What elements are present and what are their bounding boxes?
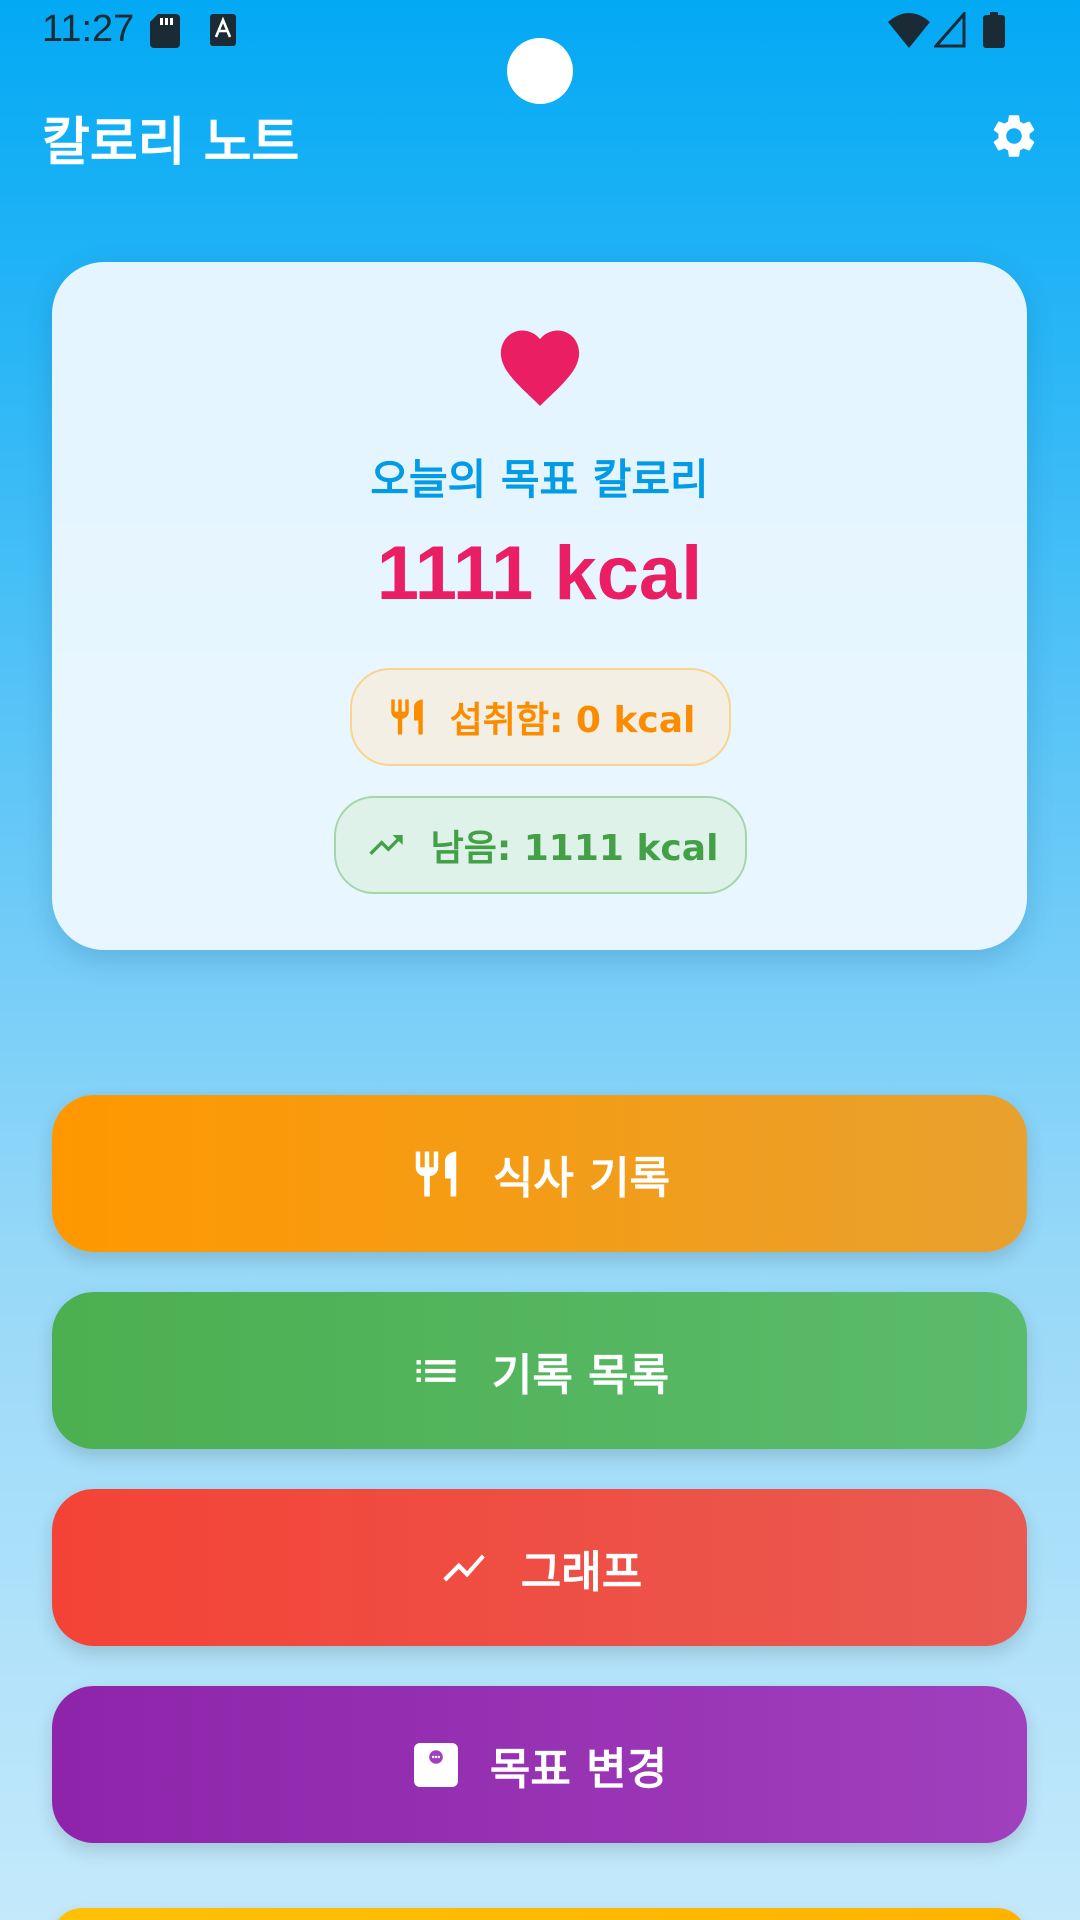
fork-knife-icon — [390, 699, 423, 735]
heart-icon — [500, 330, 580, 406]
change-goal-button[interactable]: 목표 변경 — [52, 1686, 1027, 1843]
app-screen: 11:27 칼로리 노트 오늘의 목표 칼로리 1111 kcal 섭취함: 0… — [0, 0, 1080, 1920]
change-goal-label: 목표 변경 — [489, 1743, 668, 1795]
log-meal-button[interactable]: 식사 기록 — [52, 1095, 1027, 1252]
battery-icon — [983, 12, 1005, 48]
sd-card-icon — [150, 14, 180, 48]
graph-label: 그래프 — [520, 1546, 643, 1598]
signal-icon — [934, 12, 966, 48]
scale-icon — [412, 1741, 460, 1789]
trending-up-icon — [437, 1543, 491, 1593]
goal-calorie-value: 1111 kcal — [376, 531, 703, 616]
goal-calorie-label: 오늘의 목표 칼로리 — [370, 455, 709, 504]
records-list-label: 기록 목록 — [491, 1349, 670, 1401]
keyboard-a-icon — [210, 14, 236, 46]
next-action-button[interactable] — [52, 1908, 1027, 1920]
eaten-calories-chip: 섭취함: 0 kcal — [350, 668, 731, 766]
trending-up-icon — [368, 835, 403, 855]
calorie-summary-card: 오늘의 목표 칼로리 1111 kcal 섭취함: 0 kcal 남음: 111… — [52, 262, 1027, 950]
app-title: 칼로리 노트 — [42, 113, 300, 173]
wifi-icon — [888, 13, 930, 48]
log-meal-label: 식사 기록 — [492, 1152, 671, 1204]
remaining-calories-chip: 남음: 1111 kcal — [334, 796, 747, 894]
remaining-calories-label: 남음: 1111 kcal — [430, 828, 719, 869]
settings-button[interactable] — [986, 108, 1042, 164]
list-icon — [410, 1345, 462, 1397]
graph-button[interactable]: 그래프 — [52, 1489, 1027, 1646]
gear-icon — [993, 115, 1035, 157]
camera-cutout — [507, 38, 573, 104]
fork-knife-icon — [409, 1144, 463, 1204]
eaten-calories-label: 섭취함: 0 kcal — [449, 700, 696, 741]
status-time: 11:27 — [42, 8, 135, 50]
records-list-button[interactable]: 기록 목록 — [52, 1292, 1027, 1449]
